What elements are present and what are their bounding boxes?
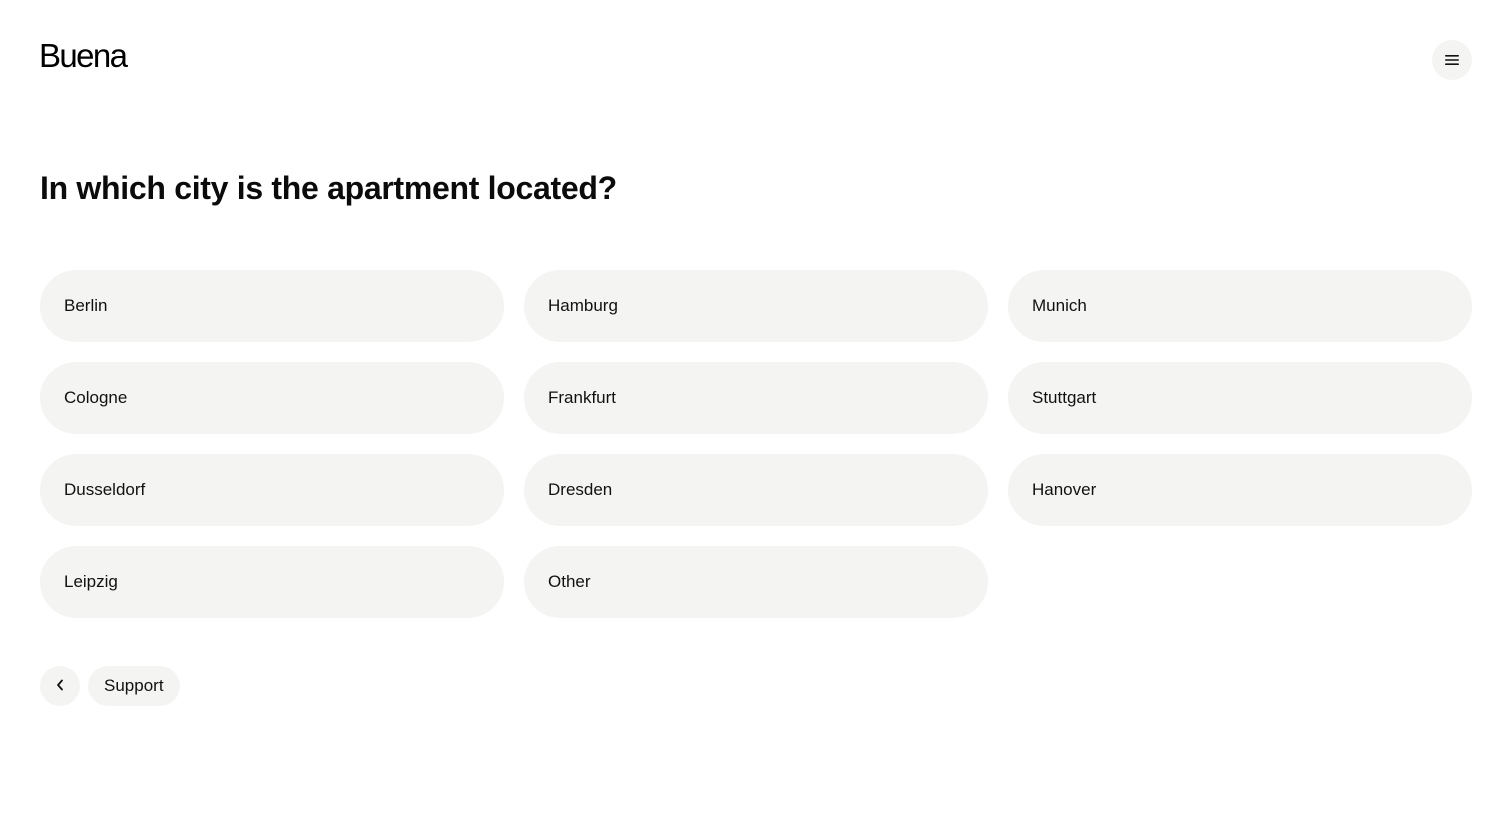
option-label: Leipzig [64, 572, 118, 591]
option-cologne[interactable]: Cologne [40, 362, 504, 434]
option-hamburg[interactable]: Hamburg [524, 270, 988, 342]
option-label: Berlin [64, 296, 108, 315]
option-hanover[interactable]: Hanover [1008, 454, 1472, 526]
option-dusseldorf[interactable]: Dusseldorf [40, 454, 504, 526]
option-leipzig[interactable]: Leipzig [40, 546, 504, 618]
hamburger-menu-icon [1445, 53, 1459, 68]
option-label: Other [548, 572, 591, 591]
chevron-left-icon [56, 679, 64, 694]
option-label: Munich [1032, 296, 1087, 315]
menu-button[interactable] [1432, 40, 1472, 80]
option-label: Dresden [548, 480, 613, 499]
option-frankfurt[interactable]: Frankfurt [524, 362, 988, 434]
question-title: In which city is the apartment located? [40, 170, 617, 206]
option-stuttgart[interactable]: Stuttgart [1008, 362, 1472, 434]
option-other[interactable]: Other [524, 546, 988, 618]
option-label: Cologne [64, 388, 128, 407]
option-dresden[interactable]: Dresden [524, 454, 988, 526]
option-label: Stuttgart [1032, 388, 1097, 407]
city-options: Berlin Hamburg Munich Cologne Frankfurt … [40, 270, 1472, 618]
header: Buena [0, 0, 1512, 120]
option-berlin[interactable]: Berlin [40, 270, 504, 342]
option-label: Hamburg [548, 296, 618, 315]
support-button[interactable]: Support [88, 666, 180, 706]
option-label: Frankfurt [548, 388, 617, 407]
option-munich[interactable]: Munich [1008, 270, 1472, 342]
buena-logo[interactable]: Buena [39, 36, 128, 76]
footer-navigation: Support [40, 666, 180, 706]
option-label: Dusseldorf [64, 480, 146, 499]
option-label: Hanover [1032, 480, 1097, 499]
back-button[interactable] [40, 666, 80, 706]
